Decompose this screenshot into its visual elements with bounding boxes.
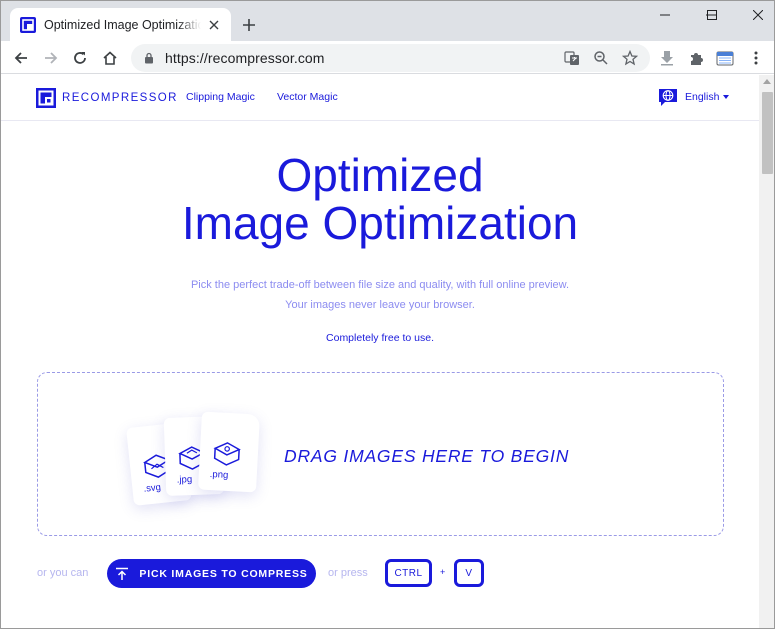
- forward-icon[interactable]: [38, 45, 64, 71]
- browser-toolbar: https://recompressor.com: [1, 41, 774, 74]
- scroll-up-icon[interactable]: [763, 79, 771, 84]
- nav-link-vector-magic[interactable]: Vector Magic: [277, 91, 338, 103]
- profile-calendar-icon[interactable]: [712, 45, 738, 71]
- svg-extension-label: .svg: [142, 481, 162, 495]
- vertical-scrollbar[interactable]: [759, 75, 774, 628]
- browser-tab[interactable]: Optimized Image Optimization: [10, 8, 231, 41]
- reload-icon[interactable]: [67, 45, 93, 71]
- drop-zone-text: DRAG IMAGES HERE TO BEGIN: [284, 446, 570, 466]
- png-file-card: .png: [197, 411, 261, 493]
- extensions-puzzle-icon[interactable]: [683, 45, 709, 71]
- download-icon[interactable]: [654, 45, 680, 71]
- home-icon[interactable]: [97, 45, 123, 71]
- url-text: https://recompressor.com: [165, 50, 325, 66]
- address-bar[interactable]: https://recompressor.com: [131, 44, 650, 72]
- maximize-icon[interactable]: [689, 1, 735, 29]
- hero-subtitle-line2: Your images never leave your browser.: [285, 299, 475, 311]
- upload-actions: or you can PICK IMAGES TO COMPRESS or pr…: [1, 558, 759, 588]
- back-icon[interactable]: [8, 45, 34, 71]
- tab-strip: Optimized Image Optimization: [1, 1, 774, 41]
- drop-zone[interactable]: .svg .jpg .png DRAG IMAGES HERE TO BEGIN: [37, 372, 724, 536]
- close-window-icon[interactable]: [735, 1, 774, 29]
- png-extension-label: .png: [209, 469, 229, 481]
- scrollbar-thumb[interactable]: [762, 92, 773, 174]
- nav-link-clipping-magic[interactable]: Clipping Magic: [186, 91, 255, 103]
- globe-chat-icon: [659, 89, 677, 106]
- upload-arrow-icon: [116, 567, 129, 580]
- hero-title-line1: Optimized: [276, 149, 484, 201]
- or-press-text: or press: [328, 567, 368, 579]
- pick-images-button[interactable]: PICK IMAGES TO COMPRESS: [107, 559, 316, 588]
- recompressor-favicon-icon: [20, 16, 36, 33]
- bookmark-star-icon[interactable]: [620, 48, 640, 68]
- jpg-extension-label: .jpg: [176, 474, 193, 486]
- lock-icon[interactable]: [142, 51, 156, 65]
- file-type-illustration: .svg .jpg .png: [126, 411, 265, 506]
- v-key: V: [454, 559, 484, 587]
- minimize-glyph[interactable]: [642, 1, 688, 29]
- caret-down-icon: [723, 95, 730, 99]
- translate-icon[interactable]: [562, 48, 582, 68]
- tab-close-icon[interactable]: [205, 16, 223, 34]
- free-note: Completely free to use.: [326, 332, 434, 344]
- language-selector[interactable]: English: [657, 87, 730, 107]
- language-label: English: [685, 91, 720, 103]
- page-viewport: RECOMPRESSOR Clipping Magic Vector Magic…: [1, 75, 759, 628]
- browser-window: Optimized Image Optimization https://rec…: [0, 0, 775, 629]
- menu-kebab-icon[interactable]: [743, 45, 769, 71]
- new-tab-icon[interactable]: [237, 13, 261, 37]
- recompressor-logo-icon: [36, 88, 56, 108]
- site-header: RECOMPRESSOR Clipping Magic Vector Magic…: [1, 75, 759, 121]
- hero-subtitle-line1: Pick the perfect trade-off between file …: [190, 279, 570, 291]
- zoom-icon[interactable]: [591, 48, 611, 68]
- png-file-icon: [213, 442, 241, 466]
- or-you-can-text: or you can: [37, 567, 89, 579]
- tab-title: Optimized Image Optimization: [44, 17, 201, 32]
- plus-sign: +: [440, 567, 446, 577]
- brand-name: RECOMPRESSOR: [62, 92, 178, 104]
- ctrl-key: CTRL: [385, 559, 432, 587]
- pick-images-label: PICK IMAGES TO COMPRESS: [139, 567, 308, 580]
- hero-title-line2: Image Optimization: [181, 197, 579, 249]
- brand-logo[interactable]: RECOMPRESSOR: [36, 88, 178, 108]
